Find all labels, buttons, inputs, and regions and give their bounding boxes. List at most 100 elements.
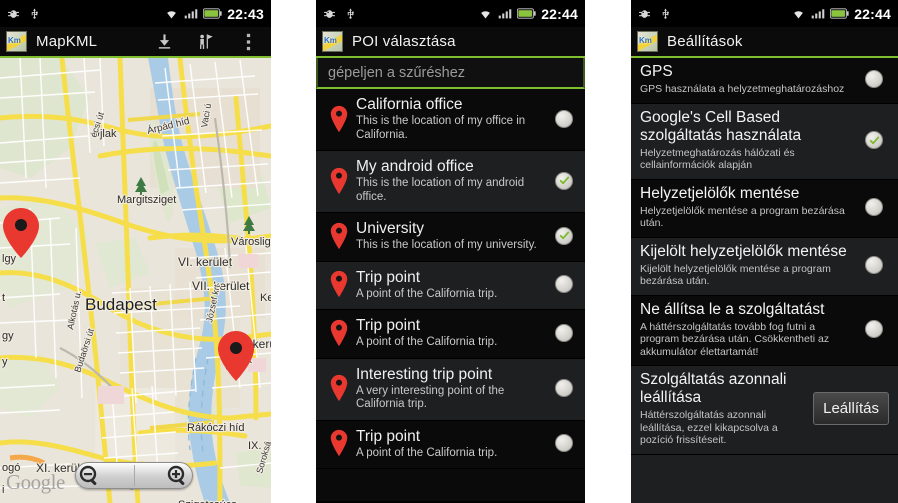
settings-list-item[interactable]: GPS GPS használata a helyzetmeghatározásh… [631, 58, 898, 104]
status-bar-clock: 22:43 [227, 5, 264, 22]
wifi-icon [794, 11, 804, 19]
poi-item-title: Trip point [356, 317, 421, 334]
poi-item-description: A point of the California trip. [356, 446, 498, 459]
poi-button[interactable] [195, 31, 217, 53]
usb-icon [347, 8, 354, 19]
poi-list-item[interactable]: Trip point A point of the California trip… [316, 261, 585, 310]
phone-screen-settings: 22:44 Km Beállítások GPS GPS használata a… [631, 0, 898, 503]
settings-item-checkbox[interactable] [859, 320, 889, 339]
usb-icon [662, 8, 669, 19]
screen-title: POI választása [352, 33, 456, 50]
poi-item-title: Interesting trip point [356, 365, 493, 383]
settings-item-checkbox[interactable] [859, 256, 889, 274]
action-bar: Km POI választása [316, 27, 585, 58]
app-title: MapKML [36, 33, 98, 50]
status-bar-left-icons [638, 7, 671, 20]
marker-east[interactable] [218, 331, 254, 381]
poi-list-item[interactable]: University This is the location of my uni… [316, 213, 585, 262]
map-pin-icon [324, 167, 354, 195]
settings-list-item[interactable]: Szolgáltatás azonnali leállítása Háttérsz… [631, 366, 898, 455]
stop-service-button[interactable]: Leállítás [813, 392, 889, 426]
person-flag-icon [200, 34, 213, 49]
screenshot-stage: 22:43 Km MapKML Újlak Margitsziget Árpád… [0, 0, 898, 503]
settings-list-item[interactable]: Kijelölt helyzetjelölők mentése Kijelölt … [631, 237, 898, 296]
poi-item-title: Trip point [356, 427, 421, 445]
poi-list-item[interactable]: Trip point A point of the California trip… [316, 310, 585, 359]
overflow-button[interactable] [237, 31, 259, 53]
battery-icon [517, 8, 536, 19]
status-bar-clock: 22:44 [541, 5, 578, 22]
debug-icon [639, 10, 650, 18]
settings-item-control: Leállítás [813, 392, 889, 426]
poi-item-title: University [356, 220, 425, 237]
poi-item-checkbox[interactable] [551, 226, 577, 245]
status-bar-left-icons [7, 7, 40, 20]
signal-icon [184, 9, 198, 19]
action-bar: Km MapKML [0, 27, 271, 58]
poi-list-item[interactable]: Trip point A point of the California trip… [316, 420, 585, 469]
poi-item-checkbox[interactable] [551, 171, 577, 190]
settings-item-title: Google's Cell Based szolgáltatás használ… [640, 108, 802, 144]
settings-item-title: Kijelölt helyzetjelölők mentése [640, 242, 847, 260]
poi-item-title: My android office [356, 158, 474, 175]
settings-item-checkbox[interactable] [859, 131, 889, 149]
poi-list[interactable]: California office This is the location of… [316, 89, 585, 501]
poi-item-description: A very interesting point of the Californ… [356, 384, 505, 411]
poi-list-item[interactable]: Interesting trip point A very interesting… [316, 358, 585, 421]
zoom-in-icon[interactable] [166, 464, 190, 488]
settings-list[interactable]: GPS GPS használata a helyzetmeghatározásh… [631, 58, 898, 503]
battery-icon [203, 8, 222, 19]
poi-list-item[interactable]: California office This is the location of… [316, 89, 585, 151]
debug-icon [324, 10, 335, 18]
status-bar: 22:44 [631, 0, 898, 27]
poi-item-checkbox[interactable] [551, 379, 577, 397]
download-button[interactable] [153, 31, 175, 53]
action-bar-actions [153, 31, 265, 53]
poi-list-item[interactable]: My android office This is the location of… [316, 151, 585, 213]
poi-item-checkbox[interactable] [551, 275, 577, 294]
settings-item-title: Szolgáltatás azonnali leállítása [640, 371, 787, 406]
poi-item-description: A point of the California trip. [356, 336, 498, 348]
settings-item-description: Helyzetmeghatározás hálózati és cellainf… [640, 146, 795, 172]
settings-item-checkbox[interactable] [859, 70, 889, 89]
phone-screen-poi: 22:44 Km POI választása gépeljen a szűré… [316, 0, 585, 503]
poi-filter-field[interactable]: gépeljen a szűréshez [316, 58, 585, 89]
poi-item-description: This is the location of my university. [356, 239, 537, 251]
poi-item-description: A point of the California trip. [356, 287, 498, 300]
status-bar: 22:44 [316, 0, 585, 27]
map-zoom-control[interactable] [75, 462, 193, 489]
kml-app-icon: Km [6, 31, 27, 52]
settings-list-item[interactable]: Ne állítsa le a szolgáltatást A háttérszo… [631, 295, 898, 366]
zoom-out-icon[interactable] [78, 464, 102, 488]
map-pin-icon [324, 270, 354, 298]
status-bar-left-icons [323, 7, 356, 20]
poi-item-description: This is the location of my office in Cal… [356, 115, 526, 141]
map-pin-icon [324, 222, 354, 250]
map-pin-icon [324, 429, 354, 457]
kml-app-icon: Km [637, 31, 658, 52]
map-view[interactable]: Újlak Margitsziget Árpád híd Vaci ú écsi út V… [0, 58, 271, 503]
status-bar: 22:43 [0, 0, 271, 27]
google-attribution: Google [6, 470, 65, 494]
settings-item-description: Háttérszolgáltatás azonnali leállítása, … [640, 409, 778, 446]
signal-icon [498, 9, 512, 19]
status-bar-right-icons: 22:44 [478, 6, 578, 22]
settings-item-checkbox[interactable] [859, 198, 889, 216]
marker-west[interactable] [3, 208, 39, 258]
poi-item-checkbox[interactable] [551, 323, 577, 342]
poi-item-checkbox[interactable] [551, 434, 577, 453]
action-bar: Km Beállítások [631, 27, 898, 58]
download-icon [158, 34, 170, 49]
wifi-icon [167, 11, 177, 19]
map-pin-icon [324, 374, 354, 402]
map-pin-icon [324, 319, 354, 347]
poi-item-checkbox[interactable] [551, 109, 577, 128]
settings-list-item[interactable]: Google's Cell Based szolgáltatás használ… [631, 103, 898, 180]
status-bar-right-icons: 22:43 [164, 6, 264, 22]
map-pin-icon [324, 105, 354, 133]
settings-list-item[interactable]: Helyzetjelölők mentése Helyzetjelölők men… [631, 179, 898, 238]
screen-title: Beállítások [667, 33, 743, 50]
map-markers [3, 208, 254, 381]
overflow-menu-icon [246, 33, 250, 50]
settings-item-title: GPS [640, 63, 673, 80]
